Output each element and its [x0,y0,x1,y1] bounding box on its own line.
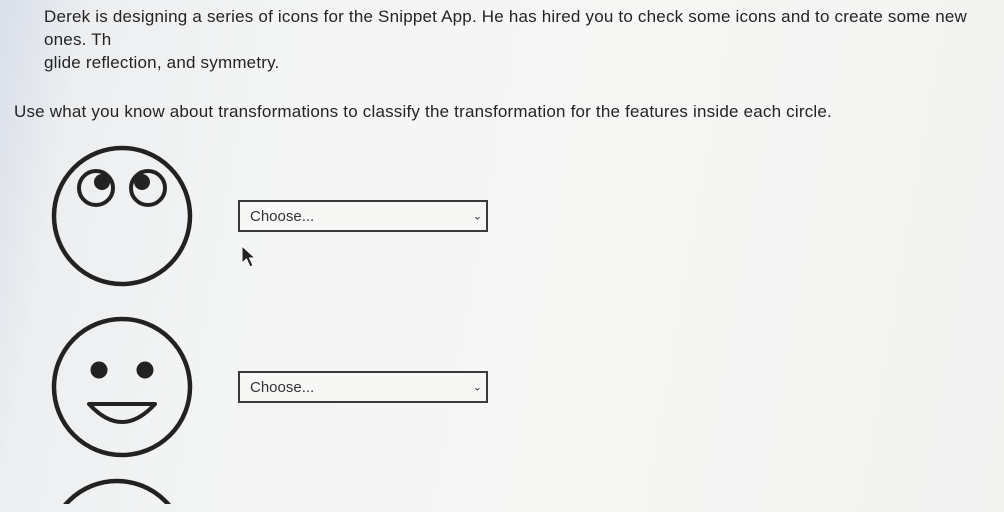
intro-line-2: glide reflection, and symmetry. [44,52,1004,75]
transformation-select-2[interactable]: Choose... [238,371,488,403]
transformation-select-1[interactable]: Choose... [238,200,488,232]
intro-line-1: Derek is designing a series of icons for… [44,6,1004,52]
transformation-select-2-wrap: Choose... ⌄ [238,371,488,403]
partial-circle-icon [42,474,1004,509]
question-row: Choose... ⌄ [42,305,1004,470]
question-list: Choose... ⌄ Choose... ⌄ [10,134,1004,470]
transformation-select-1-wrap: Choose... ⌄ [238,200,488,232]
question-row: Choose... ⌄ [42,134,1004,299]
face-smile-icon [42,307,202,467]
face-eyes-up-icon [42,136,202,296]
instruction-text: Use what you know about transformations … [14,101,1004,124]
